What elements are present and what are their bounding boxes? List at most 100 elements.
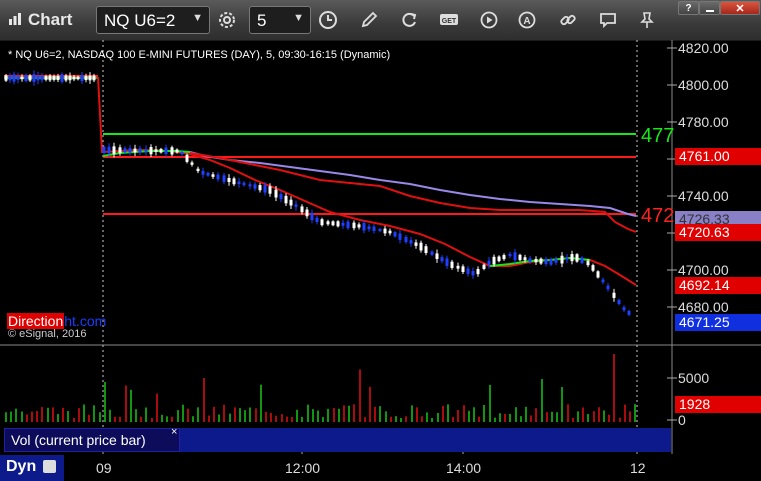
candle-body [284, 195, 288, 204]
help-icon: ? [685, 2, 692, 14]
candle-body [601, 279, 605, 283]
green-line-label: 477 [641, 125, 674, 147]
candle-body [617, 299, 621, 305]
chart-panel[interactable]: 477 472 [0, 40, 761, 481]
candle-body [190, 162, 194, 165]
candle-body [232, 178, 236, 185]
draw-tool-button[interactable] [356, 8, 382, 32]
candle-body [378, 228, 382, 232]
brand-red-text: Direction [7, 313, 65, 329]
candle-body [206, 172, 210, 176]
candle-body [48, 75, 52, 81]
candle-body [8, 75, 12, 81]
candle-body [112, 146, 116, 154]
gear-icon [219, 12, 235, 28]
candle-body [554, 258, 558, 263]
close-button[interactable]: ✕ [720, 1, 760, 15]
candle-body [419, 242, 423, 251]
window-title: Chart [28, 10, 73, 29]
candle-body [591, 265, 595, 271]
help-button[interactable]: ? [678, 1, 699, 15]
pin-icon [640, 12, 654, 28]
candle-body [461, 266, 465, 273]
candle-body [326, 221, 330, 225]
candle-body [305, 209, 309, 217]
volume-close-button[interactable]: × [171, 426, 177, 438]
minimize-button[interactable] [699, 1, 720, 15]
candle-body [32, 74, 36, 82]
candle-body [331, 221, 335, 226]
red-line-label: 472 [641, 205, 674, 227]
candle-body [170, 147, 174, 155]
link-button[interactable] [555, 8, 581, 32]
symbol-settings-button[interactable] [214, 8, 240, 32]
svg-text:GET: GET [442, 18, 457, 25]
candle-body [404, 236, 408, 243]
candle-body [388, 230, 392, 234]
candle-body [274, 189, 278, 198]
candle-body [159, 148, 163, 153]
copyright: © eSignal, 2016 [8, 328, 87, 340]
candle-body [12, 74, 16, 82]
ma-tag: 4692.14 [675, 277, 761, 294]
vwap-line[interactable] [189, 151, 637, 217]
candle-body [72, 76, 76, 80]
candle-body [211, 174, 215, 177]
get-data-button[interactable]: GET [436, 8, 462, 32]
candle-body [502, 255, 506, 260]
alerts-button[interactable]: A [514, 8, 540, 32]
candle-body [492, 256, 496, 265]
candle-body [294, 204, 298, 207]
candle-body [466, 268, 470, 274]
candle-body [248, 184, 252, 187]
symbol-combo[interactable]: NQ U6=2 ▼ [96, 6, 210, 34]
candle-body [383, 228, 387, 234]
candle-body [352, 222, 356, 229]
volume-axis-label: 0 [678, 412, 686, 428]
candle-body [580, 257, 584, 264]
candle-body [487, 260, 491, 265]
candle-body [341, 222, 345, 226]
candle-body [513, 252, 517, 261]
candle-body [523, 257, 527, 261]
interval-combo[interactable]: 5 ▼ [249, 6, 311, 34]
candle-body [534, 258, 538, 263]
candle-body [80, 74, 84, 82]
candle-body [586, 260, 590, 266]
candle-body [346, 221, 350, 229]
candle-body [144, 149, 148, 152]
candle-body [84, 76, 88, 80]
symbol-value: NQ U6=2 [104, 11, 176, 30]
candle-body [64, 75, 68, 81]
candle-body [279, 194, 283, 200]
candle-body [518, 254, 522, 261]
pencil-icon [361, 11, 378, 28]
volume-study-label[interactable]: Vol (current price bar) [4, 428, 180, 452]
last-price-tag: 4671.25 [675, 314, 761, 331]
clock-icon [319, 11, 337, 29]
candle-body [196, 168, 200, 172]
pin-button[interactable] [634, 8, 660, 32]
candle-body [154, 149, 158, 153]
replay-button[interactable] [476, 8, 502, 32]
moving-average-line[interactable] [97, 76, 637, 286]
candle-body [336, 221, 340, 227]
candle-body [320, 219, 324, 226]
refresh-button[interactable] [396, 8, 422, 32]
interval-settings-button[interactable] [315, 8, 341, 32]
chevron-down-icon: ▼ [293, 12, 304, 24]
candle-body [471, 271, 475, 276]
lock-icon [42, 460, 56, 474]
candle-body [36, 75, 40, 81]
candle-body [242, 182, 246, 186]
candle-body [40, 75, 44, 81]
candle-body [201, 170, 205, 175]
candle-body [263, 185, 267, 193]
trailing-red-line[interactable] [189, 152, 637, 233]
candle-body [185, 154, 189, 162]
comment-button[interactable] [595, 8, 621, 32]
dynamic-mode-button[interactable]: Dyn [0, 455, 64, 481]
candle-body [149, 147, 153, 155]
candle-body [222, 175, 226, 182]
candle-body [549, 258, 553, 265]
